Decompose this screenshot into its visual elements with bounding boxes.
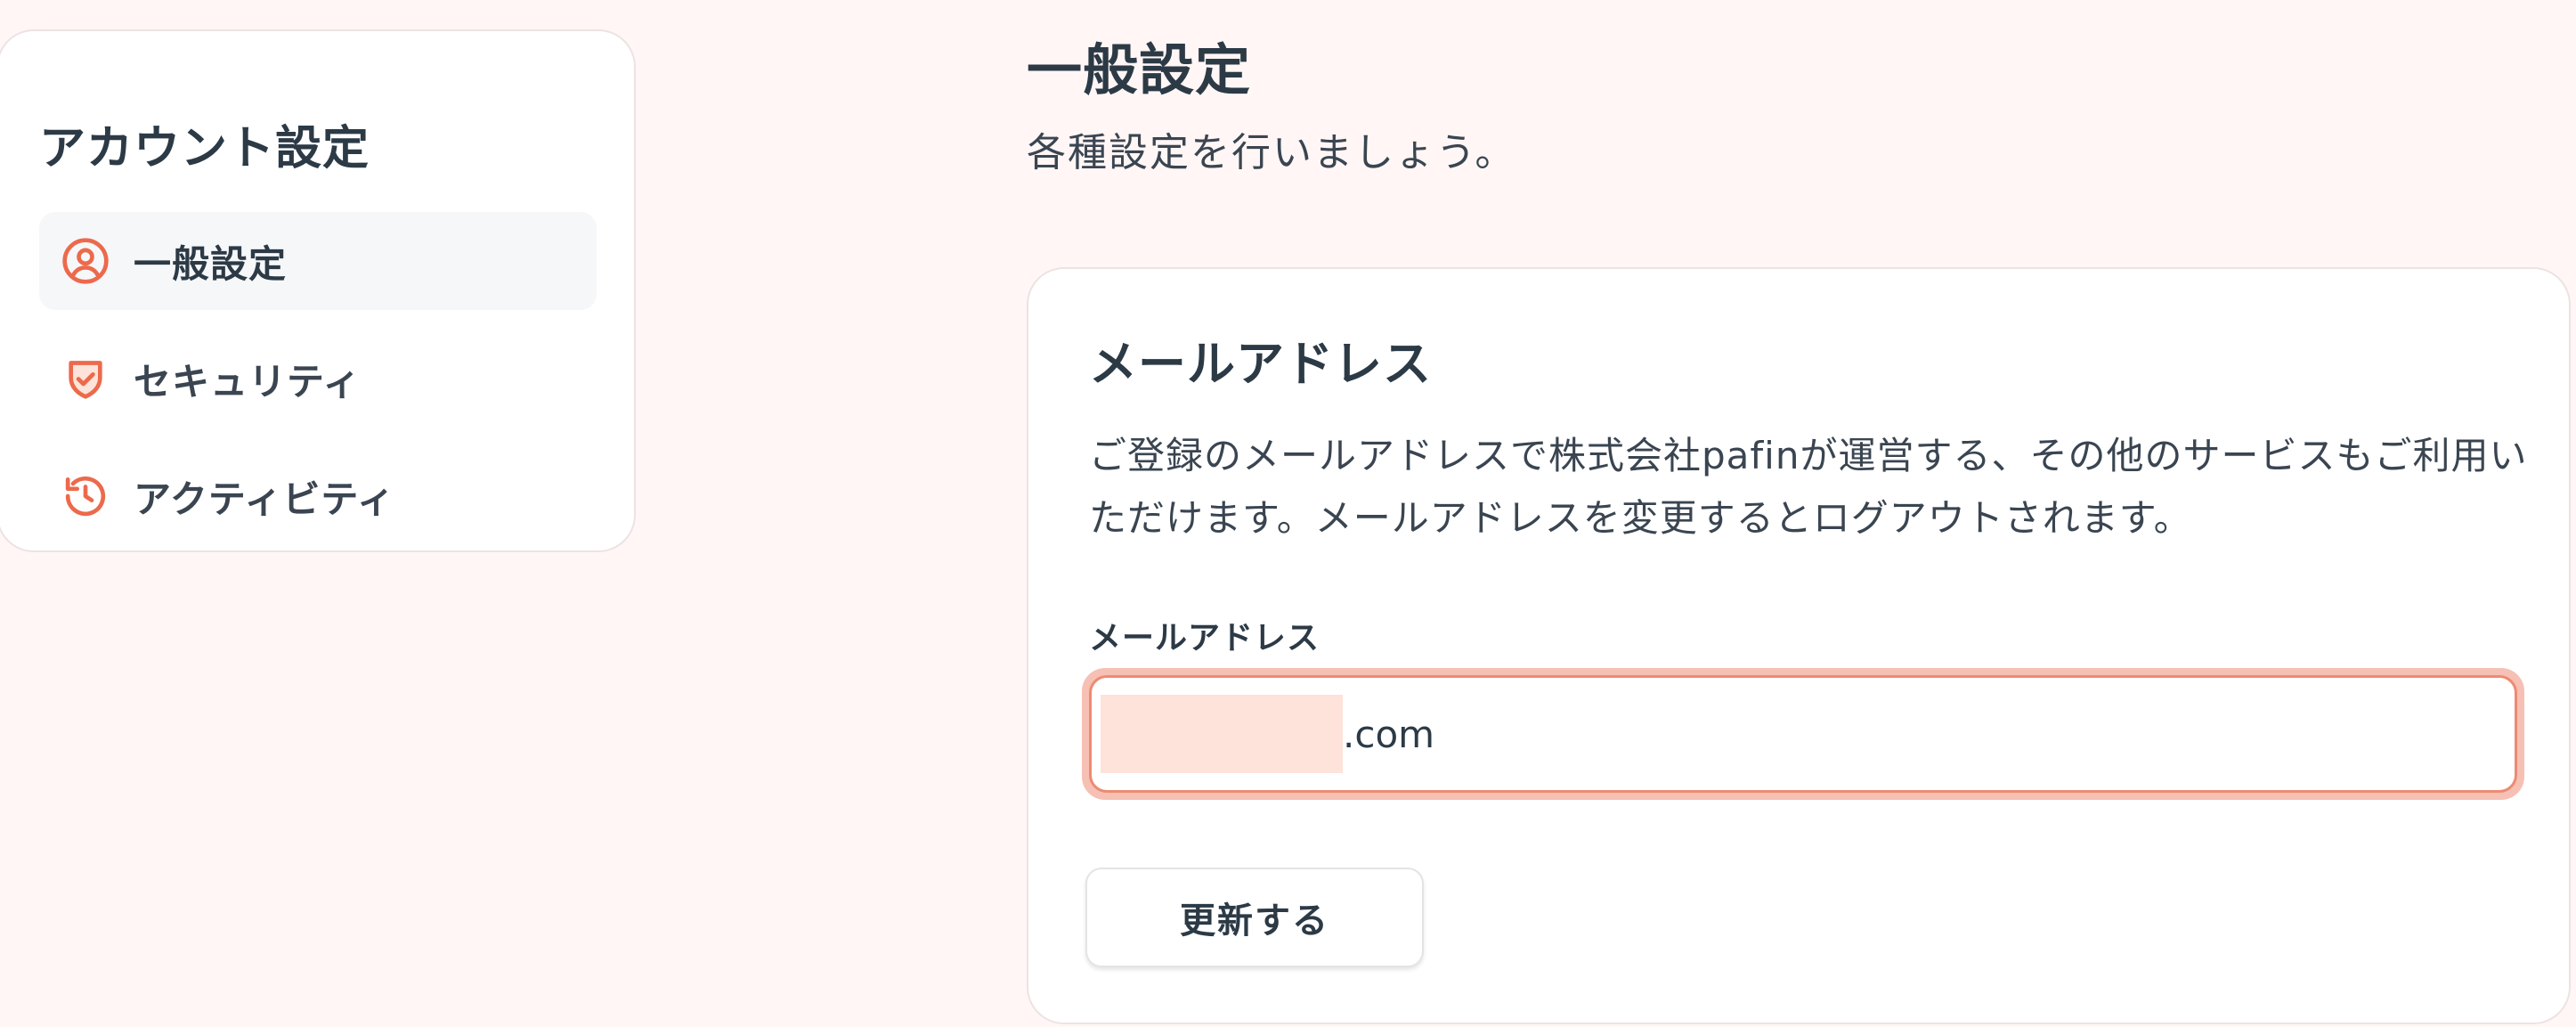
sidebar-nav: 一般設定 セキュリティ アクティビティ (39, 212, 597, 565)
email-field-focus-ring (1082, 668, 2524, 800)
sidebar-item-label: セキュリティ (134, 359, 362, 403)
user-circle-icon (61, 236, 110, 286)
card-title: メールアドレス (1089, 336, 1432, 392)
update-button[interactable]: 更新する (1085, 868, 1424, 967)
email-field-container (1089, 675, 2517, 793)
sidebar-item-label: 一般設定 (134, 241, 288, 286)
shield-check-icon (61, 354, 110, 403)
sidebar-item-security[interactable]: セキュリティ (39, 330, 597, 428)
redacted-email-prefix (1101, 695, 1343, 773)
card-description: ご登録のメールアドレスで株式会社pafinが運営する、その他のサービスもご利用い… (1089, 434, 2528, 540)
sidebar-item-general[interactable]: 一般設定 (39, 212, 597, 310)
email-field[interactable] (1343, 678, 2411, 790)
sidebar-title: アカウント設定 (39, 122, 370, 175)
sidebar-item-activity[interactable]: アクティビティ (39, 447, 597, 545)
email-settings-card: メールアドレス ご登録のメールアドレスで株式会社pafinが運営する、その他のサ… (1027, 267, 2571, 1024)
account-settings-page: アカウント設定 一般設定 セキュリティ アクティビティ 一般設定 各種設定を行い… (0, 0, 2576, 1027)
sidebar: アカウント設定 一般設定 セキュリティ アクティビティ (0, 29, 636, 552)
page-title: 一般設定 (1027, 37, 1252, 102)
history-clock-icon (61, 471, 110, 521)
email-field-label: メールアドレス (1089, 620, 1321, 656)
page-subtitle: 各種設定を行いましょう。 (1027, 130, 1516, 175)
sidebar-item-label: アクティビティ (134, 477, 395, 521)
